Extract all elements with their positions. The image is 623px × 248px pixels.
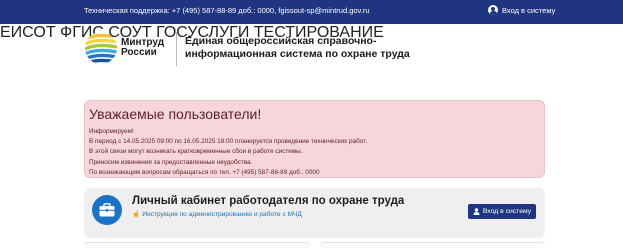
site-title: Единая общероссийская справочно- информа… <box>185 35 410 60</box>
alert-line: Приносим извинения за предоставленные не… <box>89 158 253 166</box>
user-icon <box>473 208 480 215</box>
cabinet-login-label: Вход в систему <box>482 208 532 215</box>
hand-pointer-icon: ☝ <box>132 211 141 218</box>
top-login-button[interactable]: Вход в систему <box>488 5 555 15</box>
maintenance-alert: Уважаемые пользователи! Информируем! В п… <box>84 100 545 178</box>
mchd-instruction-label: Инструкция по администрированию и работе… <box>142 210 302 218</box>
mintrud-logo[interactable] <box>84 31 118 65</box>
alert-line: В период с 14.05.2025 09:00 по 16.05.202… <box>89 138 368 146</box>
header-divider <box>176 32 177 66</box>
alert-line: По возникающим вопросам обращаться по те… <box>89 168 320 176</box>
support-contact-text: Техническая поддержка: +7 (495) 587-88-8… <box>84 6 370 15</box>
next-card-right <box>320 242 545 248</box>
user-circle-icon <box>488 5 498 15</box>
employer-cabinet-card: Личный кабинет работодателя по охране тр… <box>84 188 545 238</box>
top-login-label: Вход в систему <box>502 5 556 15</box>
site-header: Минтруд России Единая общероссийская спр… <box>0 24 623 84</box>
alert-line: В этой связи могут возникать кратковреме… <box>89 148 303 156</box>
cabinet-title: Личный кабинет работодателя по охране тр… <box>132 195 405 207</box>
briefcase-icon <box>99 203 115 217</box>
brand-name: Минтруд России <box>121 37 165 58</box>
next-card-left <box>84 242 310 248</box>
cabinet-icon-circle <box>92 195 122 225</box>
mchd-instruction-link[interactable]: ☝ Инструкция по администрированию и рабо… <box>132 210 302 219</box>
nav-eisot[interactable]: ЕИСОТ <box>0 24 56 41</box>
alert-line: Информируем! <box>89 128 134 135</box>
alert-title: Уважаемые пользователи! <box>89 106 262 122</box>
cabinet-login-button[interactable]: Вход в систему <box>468 204 536 219</box>
alert-body: Информируем! В период с 14.05.2025 09:00… <box>89 127 367 178</box>
top-bar: Техническая поддержка: +7 (495) 587-88-8… <box>0 0 623 24</box>
